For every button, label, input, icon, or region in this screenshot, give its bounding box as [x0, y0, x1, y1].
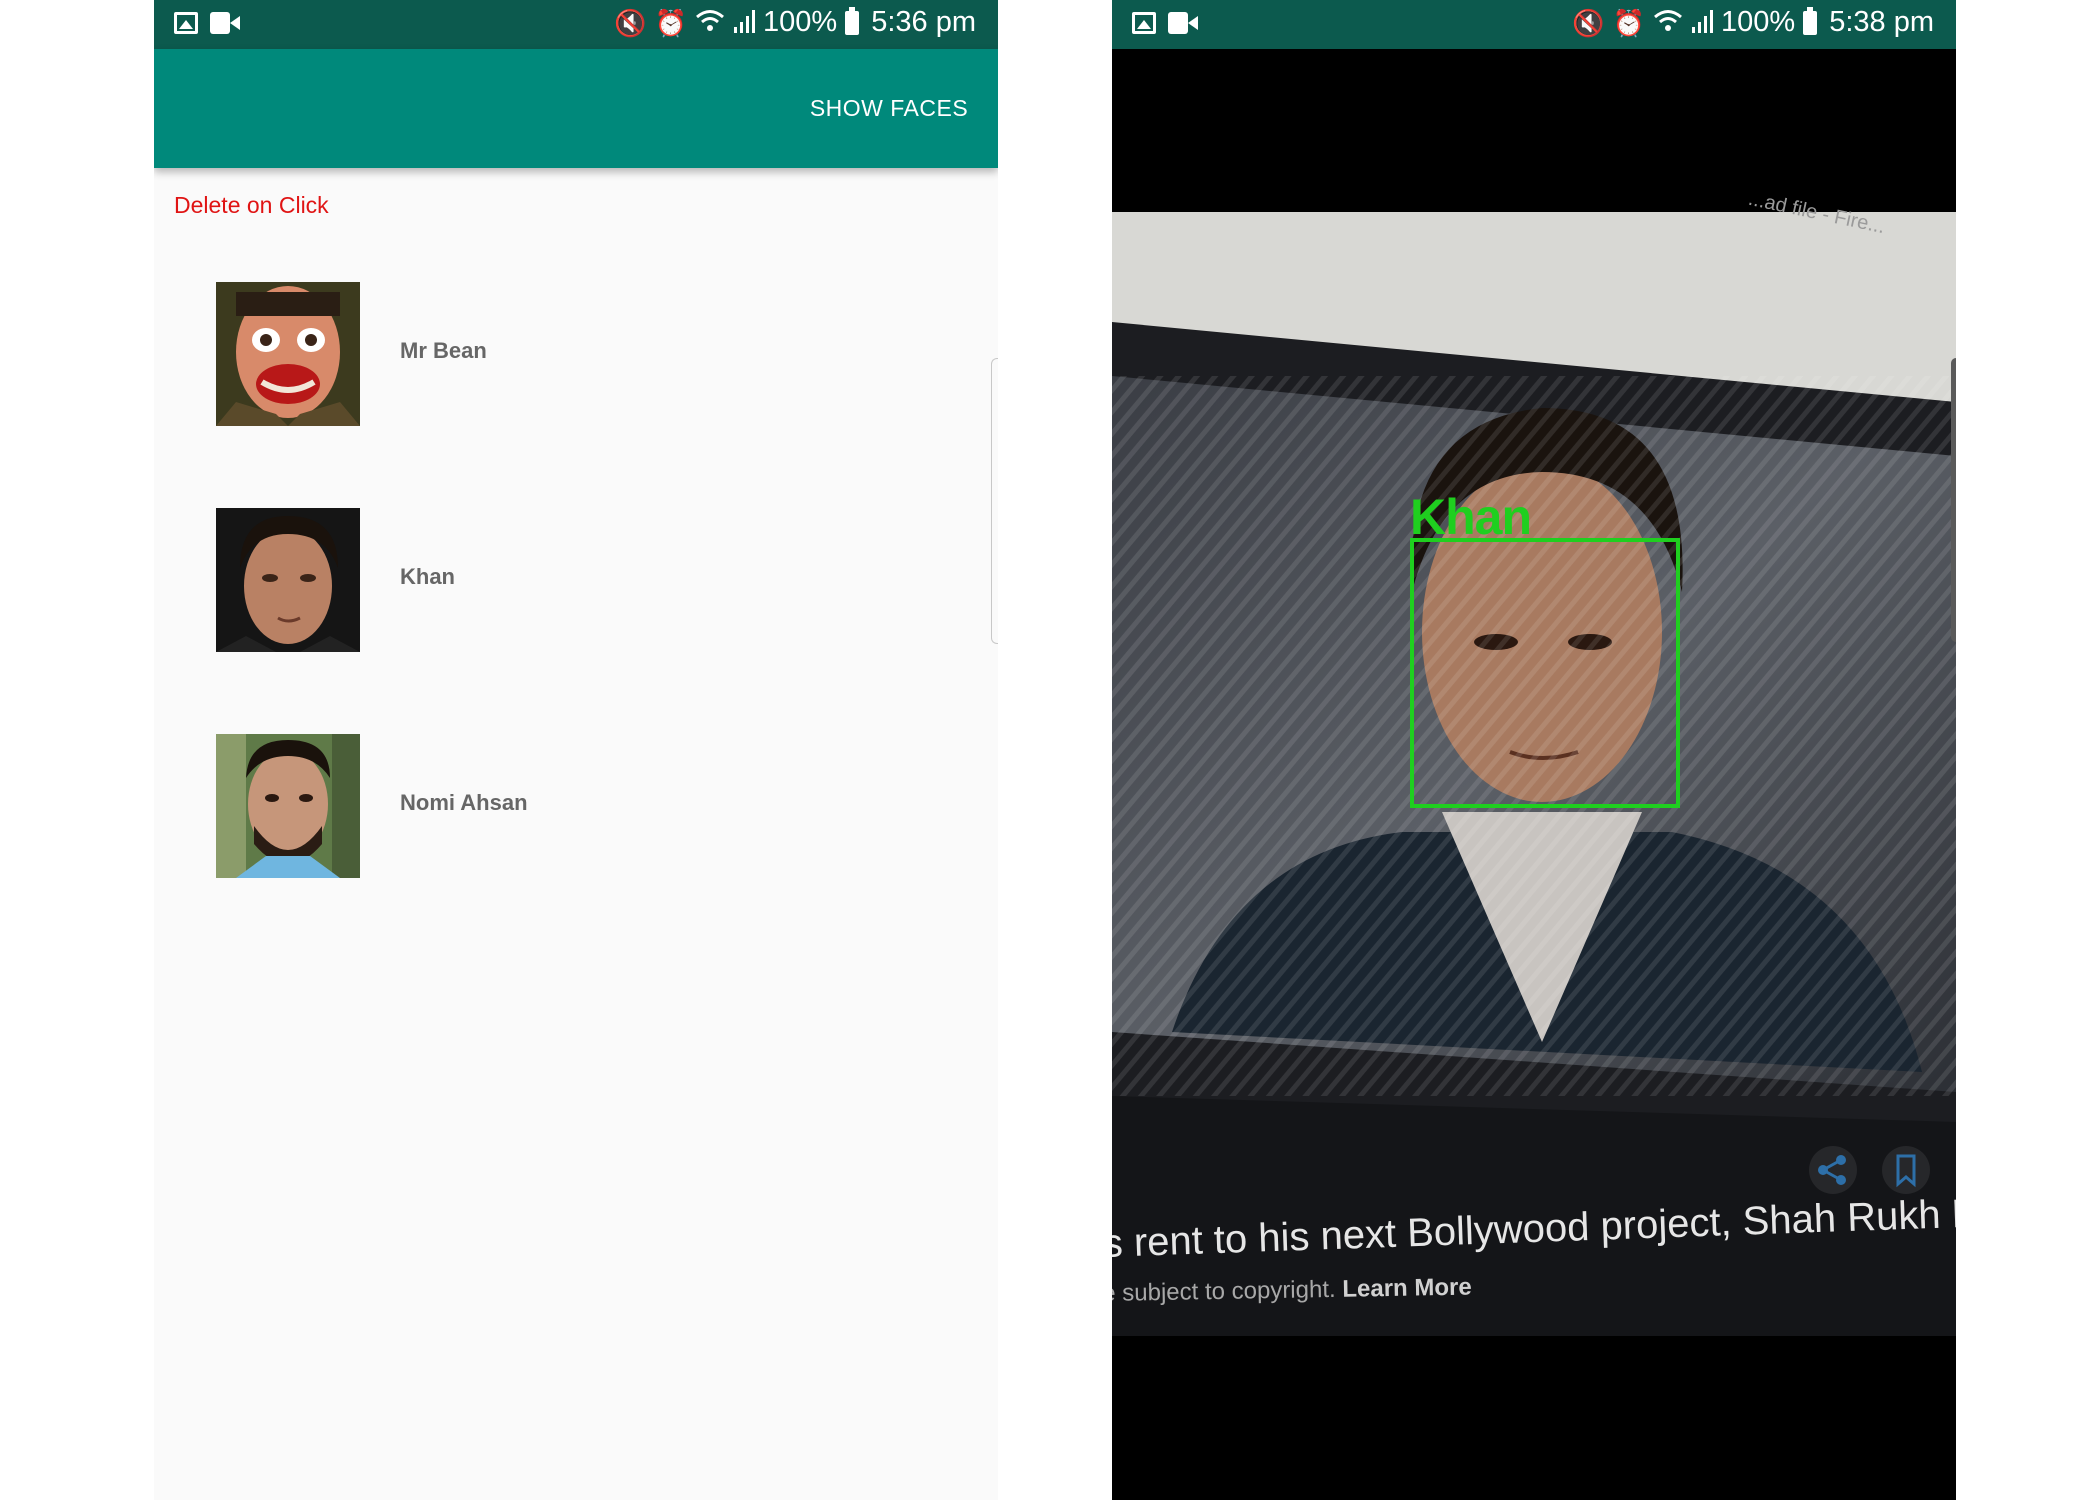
camera-bottom-area: [1112, 1336, 1956, 1500]
status-time: 5:36 pm: [871, 6, 976, 38]
show-faces-button[interactable]: SHOW FACES: [780, 49, 998, 168]
mute-icon: 🔇: [614, 7, 647, 38]
face-name-label: Nomi Ahsan: [400, 790, 528, 815]
face-name-label: Mr Bean: [400, 338, 487, 363]
status-bar: 🔇 ⏰ 100% 5:38 pm: [1112, 0, 1956, 49]
status-system: 🔇 ⏰ 100% 5:38 pm: [1572, 6, 1934, 39]
status-bar: 🔇 ⏰ 100% 5:36 pm: [154, 0, 998, 49]
learn-more-link: Learn More: [1342, 1273, 1472, 1303]
app-bar: SHOW FACES: [154, 49, 998, 168]
signal-icon: [733, 9, 756, 37]
wifi-icon: [695, 8, 725, 38]
alarm-icon: ⏰: [1612, 7, 1646, 38]
delete-on-click-label: Delete on Click: [174, 192, 329, 218]
face-recognition-screen: 🔇 ⏰ 100% 5:38 pm ...ad file - Fire... Kh…: [1112, 0, 1956, 1500]
battery-icon: [845, 6, 860, 35]
status-notifications: [1132, 12, 1198, 34]
face-name-label: Khan: [400, 564, 455, 589]
video-icon: [1168, 12, 1198, 34]
gallery-icon: [1132, 12, 1156, 34]
edge-panel-handle[interactable]: [1951, 358, 1956, 642]
face-detection-box: [1410, 538, 1680, 808]
status-notifications: [174, 12, 240, 34]
gallery-icon: [174, 12, 198, 34]
status-time: 5:38 pm: [1829, 6, 1934, 38]
share-icon: [1809, 1146, 1857, 1194]
face-thumbnail[interactable]: [216, 282, 360, 426]
signal-icon: [1691, 9, 1714, 37]
face-list-item[interactable]: Khan: [154, 508, 998, 652]
copyright-text: e subject to copyright.: [1112, 1275, 1336, 1307]
battery-percent: 100%: [1721, 6, 1796, 38]
battery-percent: 100%: [763, 6, 838, 38]
face-list-item[interactable]: Mr Bean: [154, 282, 998, 426]
video-icon: [210, 12, 240, 34]
face-list-screen: 🔇 ⏰ 100% 5:36 pm SHOW FACES Delete on Cl…: [154, 0, 998, 1500]
face-thumbnail[interactable]: [216, 734, 360, 878]
face-thumbnail[interactable]: [216, 508, 360, 652]
face-list-item[interactable]: Nomi Ahsan: [154, 734, 998, 878]
status-system: 🔇 ⏰ 100% 5:36 pm: [614, 6, 976, 39]
wifi-icon: [1653, 8, 1683, 38]
alarm-icon: ⏰: [654, 7, 688, 38]
mute-icon: 🔇: [1572, 7, 1605, 38]
battery-icon: [1803, 6, 1818, 35]
edge-panel-handle[interactable]: [991, 358, 998, 644]
bookmark-icon: [1882, 1146, 1930, 1194]
